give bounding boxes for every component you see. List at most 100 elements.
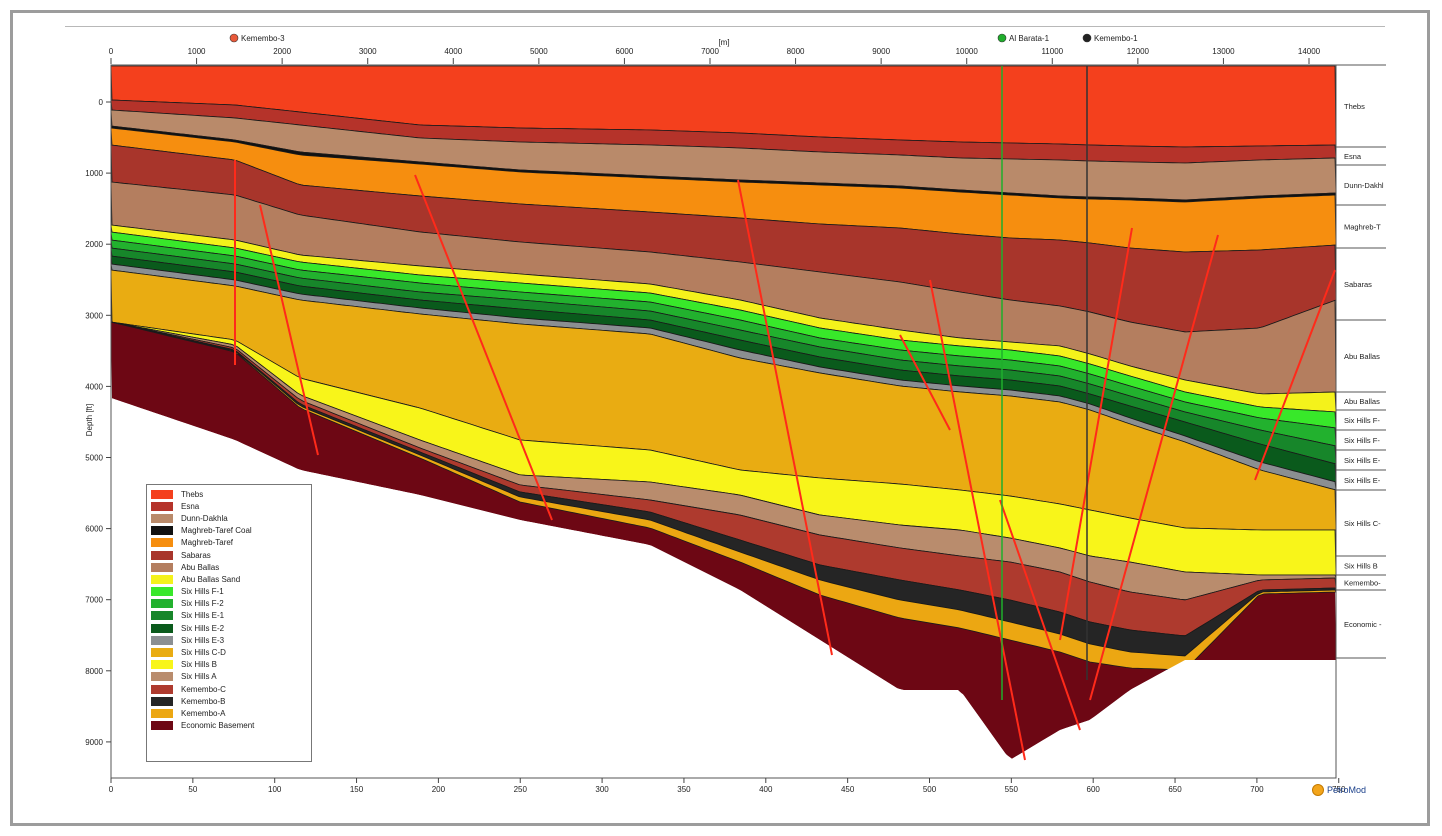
bottom-axis-tick-label: 200 <box>432 785 446 794</box>
legend-swatch <box>151 587 173 597</box>
top-axis-tick-label: 8000 <box>787 47 805 56</box>
legend-swatch <box>151 513 173 523</box>
right-layer-label: Abu Ballas <box>1344 352 1380 361</box>
right-layer-label: Maghreb-T <box>1344 223 1381 232</box>
legend-label: Kemembo-A <box>181 708 226 718</box>
right-layer-label: Six Hills F- <box>1344 436 1380 445</box>
right-layer-label: Thebs <box>1344 102 1365 111</box>
legend-label: Esna <box>181 501 200 511</box>
legend-item: Esna <box>151 500 311 512</box>
legend-label: Six Hills E-3 <box>181 635 225 645</box>
top-axis-tick-label: 2000 <box>273 47 291 56</box>
left-axis-tick-label: 3000 <box>85 311 103 320</box>
top-axis-tick-label: 11000 <box>1041 47 1063 56</box>
legend-item: Economic Basement <box>151 720 311 732</box>
right-layer-label: Six Hills E- <box>1344 476 1381 485</box>
top-axis-tick-label: 14000 <box>1298 47 1321 56</box>
right-layer-label: Six Hills E- <box>1344 456 1381 465</box>
right-layer-label: Abu Ballas <box>1344 397 1380 406</box>
legend-label: Six Hills F-2 <box>181 599 224 609</box>
top-axis-tick-label: 0 <box>109 47 114 56</box>
left-axis-tick-label: 7000 <box>85 596 103 605</box>
bottom-axis-tick-label: 700 <box>1250 785 1264 794</box>
bottom-axis-tick-label: 250 <box>514 785 528 794</box>
legend-label: Sabaras <box>181 550 211 560</box>
legend-swatch <box>151 684 173 694</box>
legend-swatch <box>151 623 173 633</box>
bottom-axis-tick-label: 0 <box>109 785 114 794</box>
top-axis-tick-label: 9000 <box>872 47 890 56</box>
legend-label: Six Hills C-D <box>181 648 226 658</box>
legend-item: Thebs <box>151 488 311 500</box>
bottom-axis-tick-label: 550 <box>1005 785 1019 794</box>
well-name: Al Barata-1 <box>1009 34 1050 43</box>
right-layer-label: Kemembo- <box>1344 579 1381 588</box>
bottom-axis-tick-label: 600 <box>1087 785 1101 794</box>
bottom-axis-tick-label: 50 <box>188 785 197 794</box>
bottom-axis-tick-label: 150 <box>350 785 364 794</box>
bottom-axis-tick-label: 100 <box>268 785 282 794</box>
legend-item: Abu Ballas Sand <box>151 573 311 585</box>
legend-label: Economic Basement <box>181 721 255 731</box>
left-axis-label: Depth [ft] <box>85 404 94 436</box>
legend-item: Six Hills C-D <box>151 646 311 658</box>
legend: Thebs Esna Dunn-Dakhla Maghreb-Taref Coal Ma… <box>146 484 312 762</box>
petromod-logo-icon <box>1312 784 1324 796</box>
left-axis-tick-label: 6000 <box>85 525 103 534</box>
legend-label: Kemembo-B <box>181 696 226 706</box>
legend-item: Six Hills F-1 <box>151 586 311 598</box>
legend-label: Six Hills E-2 <box>181 623 225 633</box>
legend-label: Maghreb-Taref Coal <box>181 526 252 536</box>
legend-item: Sabaras <box>151 549 311 561</box>
logo-text: PetroMod <box>1327 785 1367 795</box>
right-layer-label: Economic - <box>1344 620 1382 629</box>
legend-item: Maghreb-Taref <box>151 537 311 549</box>
bottom-axis-tick-label: 350 <box>677 785 691 794</box>
petromod-logo: PetroMod <box>1312 784 1366 796</box>
legend-item: Six Hills E-2 <box>151 622 311 634</box>
bottom-axis-tick-label: 650 <box>1168 785 1182 794</box>
top-axis-unit: [m] <box>718 38 729 47</box>
legend-label: Six Hills A <box>181 672 217 682</box>
right-layer-label: Esna <box>1344 152 1362 161</box>
well-marker-icon <box>997 33 1007 43</box>
bottom-axis-tick-label: 300 <box>595 785 609 794</box>
legend-swatch <box>151 562 173 572</box>
top-axis-tick-label: 4000 <box>444 47 462 56</box>
legend-swatch <box>151 489 173 499</box>
legend-swatch <box>151 635 173 645</box>
legend-item: Six Hills E-3 <box>151 634 311 646</box>
legend-item: Kemembo-C <box>151 683 311 695</box>
left-axis-tick-label: 8000 <box>85 667 103 676</box>
legend-label: Maghreb-Taref <box>181 538 234 548</box>
legend-swatch <box>151 672 173 682</box>
right-layer-label: Sabaras <box>1344 280 1372 289</box>
well-name: Kemembo-1 <box>1094 34 1138 43</box>
top-axis-tick-label: 12000 <box>1127 47 1150 56</box>
legend-label: Thebs <box>181 489 204 499</box>
legend-item: Six Hills F-2 <box>151 598 311 610</box>
legend-swatch <box>151 501 173 511</box>
well-marker-icon <box>1082 33 1092 43</box>
top-axis-tick-label: 1000 <box>188 47 206 56</box>
left-axis-tick-label: 1000 <box>85 169 103 178</box>
legend-swatch <box>151 599 173 609</box>
bottom-axis-tick-label: 400 <box>759 785 773 794</box>
well-marker-icon <box>229 33 239 43</box>
legend-swatch <box>151 648 173 658</box>
right-layer-label: Six Hills B <box>1344 562 1378 571</box>
top-axis-tick-label: 10000 <box>956 47 979 56</box>
legend-label: Abu Ballas <box>181 562 220 572</box>
legend-swatch <box>151 550 173 560</box>
right-layer-label: Six Hills C- <box>1344 519 1381 528</box>
legend-item: Six Hills E-1 <box>151 610 311 622</box>
legend-label: Six Hills E-1 <box>181 611 225 621</box>
legend-item: Six Hills A <box>151 671 311 683</box>
legend-swatch <box>151 696 173 706</box>
bottom-axis-tick-label: 450 <box>841 785 855 794</box>
legend-label: Kemembo-C <box>181 684 226 694</box>
legend-item: Abu Ballas <box>151 561 311 573</box>
well-markers: Kemembo-3 Al Barata-1 Kemembo-1 <box>229 33 1138 43</box>
left-axis-tick-label: 0 <box>99 98 104 107</box>
top-axis-tick-label: 5000 <box>530 47 548 56</box>
